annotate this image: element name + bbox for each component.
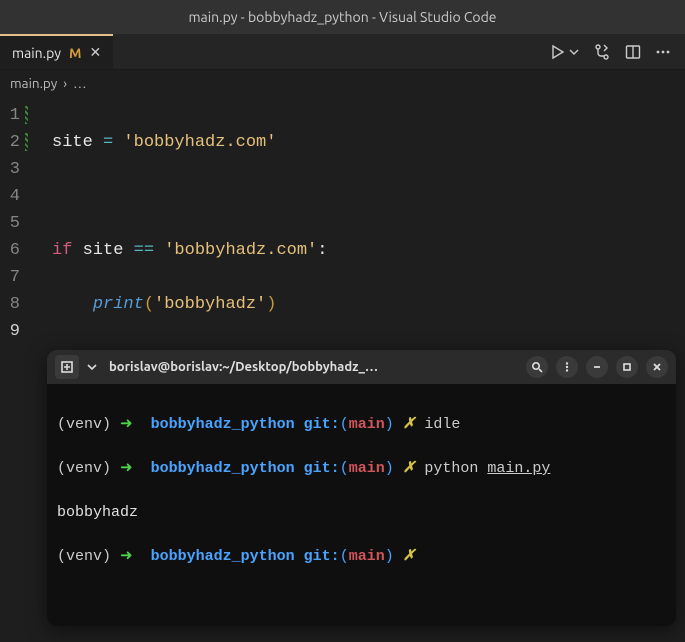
code-line: [52, 183, 327, 210]
terminal-window: borislav@borislav:~/Desktop/bobbyhadz_… …: [47, 350, 676, 626]
close-icon[interactable]: [646, 356, 668, 378]
window-title-bar: main.py - bobbyhadz_python - Visual Stud…: [0, 0, 685, 34]
new-tab-icon[interactable]: [55, 355, 79, 379]
code-line: site = 'bobbyhadz.com': [52, 129, 327, 156]
terminal-titlebar[interactable]: borislav@borislav:~/Desktop/bobbyhadz_…: [47, 350, 676, 384]
terminal-body[interactable]: (venv) ➜ bobbyhadz_python git:(main) ✗ i…: [47, 384, 676, 626]
terminal-line: (venv) ➜ bobbyhadz_python git:(main) ✗ i…: [57, 414, 666, 436]
minimize-icon[interactable]: [586, 356, 608, 378]
tab-modified-badge: M: [69, 45, 81, 61]
chevron-down-icon[interactable]: [87, 362, 97, 372]
editor-tabs-row: main.py M ✕: [0, 34, 685, 70]
breadcrumb-file: main.py: [10, 75, 57, 91]
search-icon[interactable]: [526, 356, 548, 378]
tab-main-py[interactable]: main.py M ✕: [0, 34, 113, 69]
chevron-down-icon[interactable]: [569, 47, 579, 57]
terminal-title: borislav@borislav:~/Desktop/bobbyhadz_…: [105, 360, 518, 374]
close-icon[interactable]: ✕: [90, 44, 102, 61]
tabs-left: main.py M ✕: [0, 34, 113, 69]
run-icon[interactable]: [549, 44, 565, 60]
terminal-line: (venv) ➜ bobbyhadz_python git:(main) ✗ p…: [57, 458, 666, 480]
terminal-line: bobbyhadz: [57, 502, 666, 524]
breadcrumb-rest: …: [73, 75, 86, 91]
terminal-line: (venv) ➜ bobbyhadz_python git:(main) ✗: [57, 546, 666, 568]
window-title: main.py - bobbyhadz_python - Visual Stud…: [188, 9, 496, 25]
code-line: print('bobbyhadz'): [52, 291, 327, 318]
breadcrumb[interactable]: main.py › …: [0, 70, 685, 96]
maximize-icon[interactable]: [616, 356, 638, 378]
more-icon[interactable]: [655, 44, 671, 60]
breadcrumb-sep: ›: [63, 75, 67, 91]
tab-filename: main.py: [12, 45, 61, 61]
code-line: if site == 'bobbyhadz.com':: [52, 237, 327, 264]
line-gutter: 1 2 3 4 5 6 7 8 9: [0, 102, 26, 642]
split-editor-icon[interactable]: [625, 44, 641, 60]
compare-changes-icon[interactable]: [593, 43, 611, 61]
editor-actions: [549, 34, 685, 69]
menu-icon[interactable]: [556, 356, 578, 378]
